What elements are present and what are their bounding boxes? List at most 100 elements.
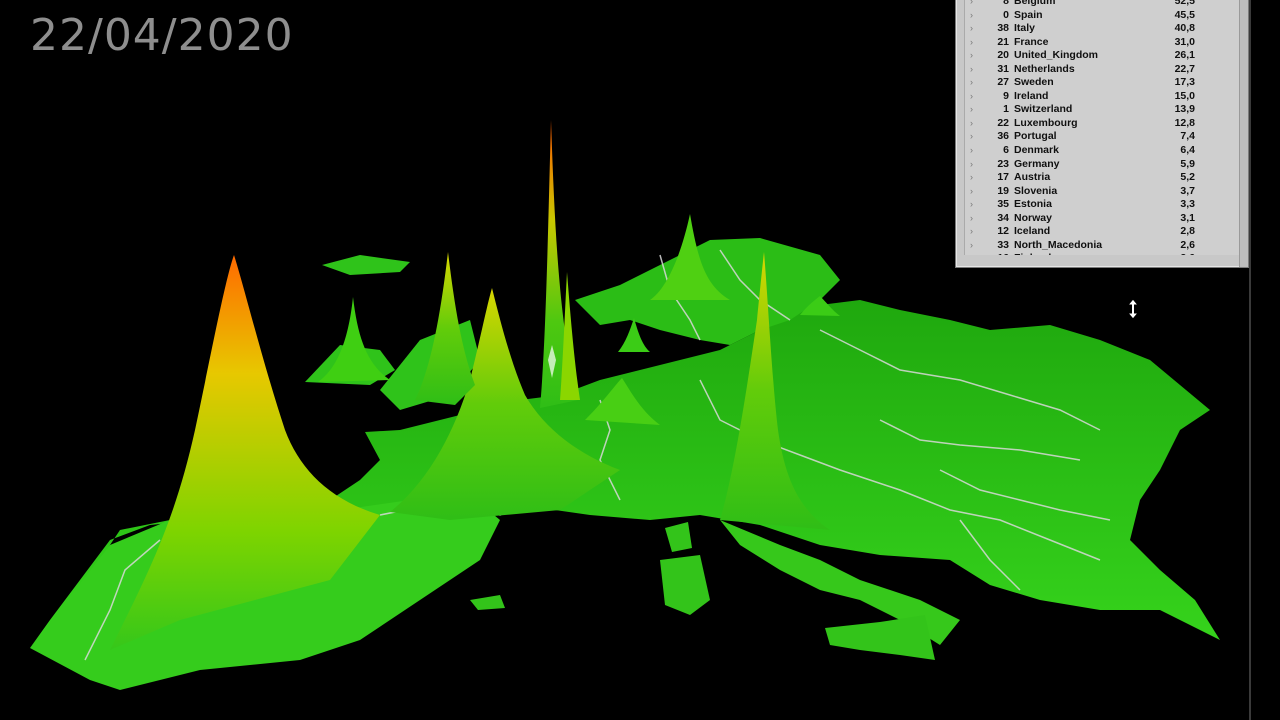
list-item[interactable]: › 20 United_Kingdom 26,1 xyxy=(965,49,1239,63)
row-index: 21 xyxy=(997,35,1009,48)
chevron-right-icon[interactable]: › xyxy=(970,0,973,9)
country-name: Slovenia xyxy=(1014,184,1058,197)
list-item[interactable]: › 27 Sweden 17,3 xyxy=(965,76,1239,90)
chevron-right-icon[interactable]: › xyxy=(970,49,973,63)
country-value: 22,7 xyxy=(1174,62,1195,75)
country-name: Austria xyxy=(1014,171,1051,184)
chevron-right-icon[interactable]: › xyxy=(970,22,973,36)
chevron-right-icon[interactable]: › xyxy=(970,198,973,212)
country-name: North_Macedonia xyxy=(1014,238,1103,251)
vertical-resize-cursor-icon xyxy=(1126,298,1140,320)
country-name: Sweden xyxy=(1014,76,1054,89)
list-item[interactable]: › 9 Ireland 15,0 xyxy=(965,90,1239,104)
list-item[interactable]: › 38 Italy 40,8 xyxy=(965,22,1239,36)
list-item[interactable]: › 6 Denmark 6,4 xyxy=(965,144,1239,158)
chevron-right-icon[interactable]: › xyxy=(970,252,973,255)
country-name: Portugal xyxy=(1014,130,1057,143)
country-value: 2,6 xyxy=(1180,252,1195,255)
list-item[interactable]: › 22 Luxembourg 12,8 xyxy=(965,117,1239,131)
chevron-right-icon[interactable]: › xyxy=(970,185,973,199)
list-item[interactable]: › 1 Switzerland 13,9 xyxy=(965,103,1239,117)
chevron-right-icon[interactable]: › xyxy=(970,225,973,239)
row-index: 8 xyxy=(1003,0,1009,7)
country-value: 5,9 xyxy=(1180,157,1195,170)
country-name: Spain xyxy=(1014,8,1043,21)
list-item[interactable]: › 21 France 31,0 xyxy=(965,36,1239,50)
country-value: 2,8 xyxy=(1180,225,1195,238)
list-item[interactable]: › 34 Norway 3,1 xyxy=(965,212,1239,226)
list-item[interactable]: › 35 Estonia 3,3 xyxy=(965,198,1239,212)
country-name: Switzerland xyxy=(1014,103,1073,116)
chevron-right-icon[interactable]: › xyxy=(970,103,973,117)
country-ranking-panel: › 8 Belgium 52,5 › 0 Spain 45,5 › 38 Italy 40,8 › 21 F… xyxy=(955,0,1249,268)
chevron-right-icon[interactable]: › xyxy=(970,9,973,23)
row-index: 0 xyxy=(1003,8,1009,21)
row-index: 17 xyxy=(997,171,1009,184)
country-name: Ireland xyxy=(1014,89,1049,102)
chevron-right-icon[interactable]: › xyxy=(970,76,973,90)
country-value: 7,4 xyxy=(1180,130,1195,143)
list-item[interactable]: › 12 Iceland 2,8 xyxy=(965,225,1239,239)
chevron-right-icon[interactable]: › xyxy=(970,158,973,172)
country-name: Estonia xyxy=(1014,198,1052,211)
country-name: Finland xyxy=(1014,252,1051,255)
country-name: Belgium xyxy=(1014,0,1056,7)
list-item[interactable]: › 8 Belgium 52,5 xyxy=(965,0,1239,9)
country-value: 6,4 xyxy=(1180,144,1195,157)
list-item[interactable]: › 19 Slovenia 3,7 xyxy=(965,185,1239,199)
country-value: 17,3 xyxy=(1174,76,1195,89)
country-name: Luxembourg xyxy=(1014,116,1078,129)
country-value: 40,8 xyxy=(1174,22,1195,35)
chevron-right-icon[interactable]: › xyxy=(970,144,973,158)
list-item[interactable]: › 17 Austria 5,2 xyxy=(965,171,1239,185)
row-index: 12 xyxy=(997,225,1009,238)
country-value: 15,0 xyxy=(1174,89,1195,102)
list-item[interactable]: › 36 Portugal 7,4 xyxy=(965,130,1239,144)
chevron-right-icon[interactable]: › xyxy=(970,130,973,144)
row-index: 33 xyxy=(997,238,1009,251)
country-value: 26,1 xyxy=(1174,49,1195,62)
country-value: 3,7 xyxy=(1180,184,1195,197)
country-name: Netherlands xyxy=(1014,62,1075,75)
row-index: 9 xyxy=(1003,89,1009,102)
country-name: Italy xyxy=(1014,22,1036,35)
list-item[interactable]: › 31 Netherlands 22,7 xyxy=(965,63,1239,77)
list-item[interactable]: › 23 Germany 5,9 xyxy=(965,158,1239,172)
window-edge xyxy=(1249,0,1251,720)
country-name: United_Kingdom xyxy=(1014,49,1098,62)
country-name: Denmark xyxy=(1014,144,1059,157)
row-index: 36 xyxy=(997,130,1009,143)
row-index: 16 xyxy=(987,252,1009,255)
chevron-right-icon[interactable]: › xyxy=(970,36,973,50)
row-index: 20 xyxy=(997,49,1009,62)
list-item[interactable]: › 16 Finland 2,6 xyxy=(965,252,1239,255)
chevron-right-icon[interactable]: › xyxy=(970,90,973,104)
country-name: Germany xyxy=(1014,157,1060,170)
chevron-right-icon[interactable]: › xyxy=(970,239,973,253)
list-item[interactable]: › 0 Spain 45,5 xyxy=(965,9,1239,23)
date-label: 22/04/2020 xyxy=(30,10,294,61)
country-name: Iceland xyxy=(1014,225,1051,238)
country-value: 5,2 xyxy=(1180,171,1195,184)
scrollbar[interactable] xyxy=(1239,0,1248,267)
country-value: 12,8 xyxy=(1174,116,1195,129)
country-value: 45,5 xyxy=(1174,8,1195,21)
country-name: France xyxy=(1014,35,1049,48)
row-index: 1 xyxy=(1003,103,1009,116)
row-index: 35 xyxy=(997,198,1009,211)
row-index: 27 xyxy=(997,76,1009,89)
row-index: 22 xyxy=(997,116,1009,129)
row-index: 6 xyxy=(1003,144,1009,157)
row-index: 23 xyxy=(997,157,1009,170)
country-value: 3,3 xyxy=(1180,198,1195,211)
chevron-right-icon[interactable]: › xyxy=(970,63,973,77)
country-list[interactable]: › 8 Belgium 52,5 › 0 Spain 45,5 › 38 Italy 40,8 › 21 F… xyxy=(964,0,1239,255)
country-value: 52,5 xyxy=(1174,0,1195,7)
chevron-right-icon[interactable]: › xyxy=(970,212,973,226)
list-item[interactable]: › 33 North_Macedonia 2,6 xyxy=(965,239,1239,253)
chevron-right-icon[interactable]: › xyxy=(970,117,973,131)
row-index: 34 xyxy=(997,211,1009,224)
country-value: 31,0 xyxy=(1174,35,1195,48)
chevron-right-icon[interactable]: › xyxy=(970,171,973,185)
country-value: 3,1 xyxy=(1180,211,1195,224)
